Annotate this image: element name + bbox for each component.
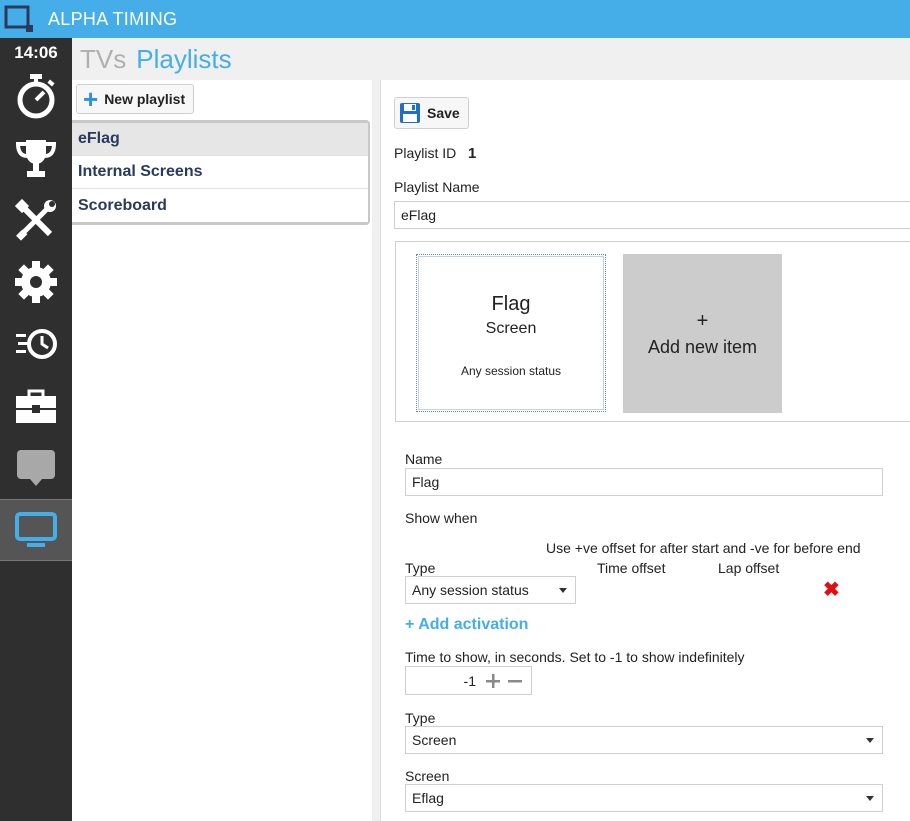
title-bar: ALPHA TIMING bbox=[0, 0, 910, 38]
screen-value: Eflag bbox=[412, 790, 444, 806]
clock: 14:06 bbox=[14, 43, 58, 62]
sidebar-item-results[interactable] bbox=[0, 127, 72, 189]
floppy-disk-icon bbox=[400, 103, 420, 123]
chevron-down-icon bbox=[559, 588, 567, 593]
increment-button[interactable] bbox=[482, 667, 504, 694]
screen-label: Screen bbox=[405, 768, 450, 784]
app-title: ALPHA TIMING bbox=[48, 8, 178, 29]
list-item[interactable]: eFlag bbox=[72, 123, 368, 156]
history-icon bbox=[16, 329, 57, 359]
plus-icon bbox=[486, 673, 500, 688]
time-to-show-input[interactable]: -1 bbox=[406, 673, 482, 689]
sidebar-item-messages[interactable] bbox=[0, 437, 72, 499]
stopwatch-icon bbox=[17, 74, 55, 119]
tab-playlists[interactable]: Playlists bbox=[136, 44, 231, 74]
playlist-list: eFlag Internal Screens Scoreboard bbox=[72, 120, 370, 225]
add-new-item-label: Add new item bbox=[647, 337, 758, 357]
add-new-item-button[interactable]: + Add new item bbox=[623, 254, 782, 413]
time-to-show-label: Time to show, in seconds. Set to -1 to s… bbox=[405, 649, 745, 665]
time-to-show-stepper: -1 bbox=[405, 666, 532, 695]
playlist-name-input[interactable]: eFlag bbox=[394, 201, 910, 229]
sidebar-item-settings[interactable] bbox=[0, 251, 72, 313]
chevron-down-icon bbox=[866, 738, 874, 743]
plus-icon: + bbox=[83, 84, 99, 114]
new-playlist-button[interactable]: + New playlist bbox=[76, 84, 195, 114]
content-type-select[interactable]: Screen bbox=[405, 726, 883, 754]
content-type-value: Screen bbox=[412, 732, 457, 748]
sidebar-item-toolbox[interactable] bbox=[0, 375, 72, 437]
decrement-button[interactable] bbox=[504, 667, 526, 694]
tools-icon bbox=[14, 198, 56, 241]
sidebar-item-timing[interactable] bbox=[0, 65, 72, 127]
sidebar: 14:06 bbox=[0, 38, 72, 821]
add-activation-link[interactable]: + Add activation bbox=[405, 616, 528, 634]
item-name-input[interactable]: Flag bbox=[405, 468, 883, 496]
time-offset-label: Time offset bbox=[597, 560, 666, 576]
minus-icon bbox=[508, 679, 522, 682]
lap-offset-label: Lap offset bbox=[718, 560, 780, 576]
trophy-icon bbox=[15, 140, 57, 177]
playlist-editor: Save Playlist ID 1 Playlist Name eFlag F… bbox=[380, 80, 910, 821]
sidebar-item-tools[interactable] bbox=[0, 189, 72, 251]
new-playlist-label: New playlist bbox=[104, 91, 186, 107]
header-tabs: TVs Playlists bbox=[80, 44, 242, 75]
activation-type-label: Type bbox=[405, 560, 436, 576]
chat-icon bbox=[17, 450, 55, 486]
sidebar-item-tvs[interactable] bbox=[0, 499, 72, 561]
save-button[interactable]: Save bbox=[394, 97, 469, 129]
content-type-label: Type bbox=[405, 710, 436, 726]
playlist-id-label: Playlist ID bbox=[394, 145, 457, 161]
playlist-id-value: 1 bbox=[468, 145, 477, 162]
chevron-down-icon bbox=[866, 796, 874, 801]
card-type: Screen bbox=[485, 320, 537, 337]
offset-hint: Use +ve offset for after start and -ve f… bbox=[546, 540, 861, 556]
list-item[interactable]: Scoreboard bbox=[72, 189, 368, 222]
playlist-items: Flag Screen Any session status + Add new… bbox=[395, 241, 910, 422]
activation-type-select[interactable]: Any session status bbox=[405, 576, 576, 604]
gear-icon bbox=[15, 261, 57, 303]
screen-select[interactable]: Eflag bbox=[405, 784, 883, 812]
card-status: Any session status bbox=[460, 364, 562, 378]
card-name: Flag bbox=[491, 293, 531, 315]
remove-activation-icon[interactable]: ✖ bbox=[823, 580, 840, 600]
playlist-name-label: Playlist Name bbox=[394, 179, 480, 195]
app-logo-icon bbox=[4, 3, 36, 35]
show-when-label: Show when bbox=[405, 510, 478, 526]
playlist-item-card[interactable]: Flag Screen Any session status bbox=[416, 254, 606, 412]
list-item[interactable]: Internal Screens bbox=[72, 156, 368, 189]
save-label: Save bbox=[427, 105, 460, 121]
toolbox-icon bbox=[16, 389, 56, 423]
playlist-panel: + New playlist eFlag Internal Screens Sc… bbox=[72, 80, 372, 821]
activation-type-value: Any session status bbox=[412, 582, 529, 598]
monitor-icon bbox=[15, 512, 57, 547]
item-name-label: Name bbox=[405, 451, 443, 467]
tab-tvs[interactable]: TVs bbox=[80, 44, 126, 74]
plus-icon: + bbox=[696, 310, 709, 332]
sidebar-item-history[interactable] bbox=[0, 313, 72, 375]
